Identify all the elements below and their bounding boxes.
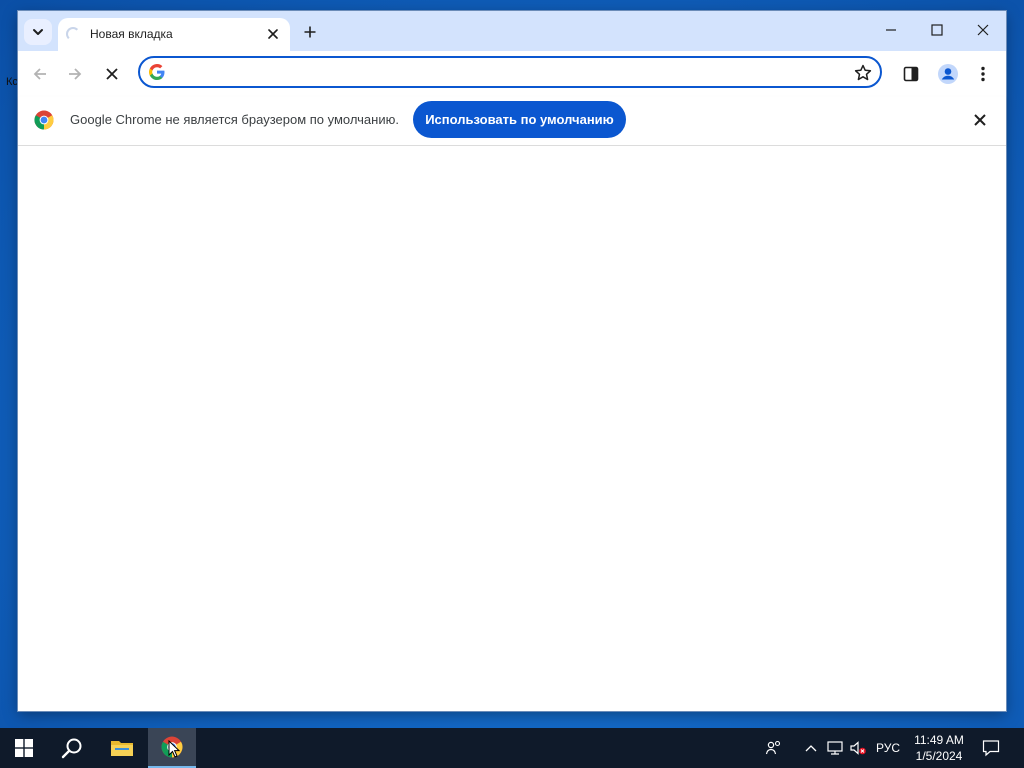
plus-icon [304,26,316,38]
set-default-button[interactable]: Использовать по умолчанию [413,101,626,138]
page-content-area [18,146,1006,711]
taskbar: РУС 11:49 AM 1/5/2024 [0,728,1024,768]
more-vertical-icon [981,66,985,82]
side-panel-button[interactable] [898,61,924,87]
browser-toolbar [18,51,1006,97]
people-icon[interactable] [764,738,784,758]
side-panel-icon [903,66,919,82]
clock-time: 11:49 AM [914,733,964,747]
minimize-icon [886,29,896,31]
title-bar: Новая вкладка [18,11,1006,51]
menu-button[interactable] [970,61,996,87]
clock[interactable]: 11:49 AM 1/5/2024 [906,732,972,764]
maximize-icon [931,24,943,36]
forward-button[interactable] [62,61,88,87]
language-indicator[interactable]: РУС [876,741,900,755]
back-button[interactable] [27,61,53,87]
new-tab-button[interactable] [298,20,322,44]
chrome-window: Новая вкладка Google Chrome не является … [18,11,1006,711]
arrow-left-icon [33,68,46,80]
tab-active[interactable]: Новая вкладка [58,18,290,51]
start-button[interactable] [0,728,48,768]
windows-logo-icon [15,739,33,757]
infobar-close-button[interactable] [970,110,990,130]
close-icon [268,29,278,39]
mouse-cursor-icon [168,740,180,758]
default-browser-infobar: Google Chrome не является браузером по у… [18,97,1006,146]
close-icon [977,24,989,36]
search-button[interactable] [48,728,96,768]
network-icon[interactable] [825,738,845,758]
google-icon [149,64,165,80]
chrome-logo-icon [34,110,54,130]
folder-icon [111,741,133,756]
desktop-icon-label: Кс [6,76,18,88]
tab-close-button[interactable] [264,25,282,43]
tab-search-button[interactable] [24,19,52,45]
chevron-up-icon[interactable] [801,738,821,758]
maximize-button[interactable] [914,11,960,49]
clock-date: 1/5/2024 [915,749,963,763]
close-window-button[interactable] [960,11,1006,49]
search-icon [61,738,82,759]
url-input[interactable] [174,62,838,84]
loading-spinner-icon [66,27,80,41]
arrow-right-icon [69,68,82,80]
volume-muted-icon[interactable] [848,738,868,758]
bookmark-star-icon[interactable] [854,64,872,82]
file-explorer-button[interactable] [98,728,146,768]
profile-button[interactable] [935,61,961,87]
notifications-icon[interactable] [981,738,1001,758]
stop-loading-button[interactable] [99,61,125,87]
close-icon [974,114,986,126]
minimize-button[interactable] [868,11,914,49]
tab-title: Новая вкладка [90,27,173,41]
chevron-down-icon [33,29,43,35]
chrome-taskbar-button[interactable] [148,728,196,768]
address-bar[interactable] [138,56,882,88]
close-icon [106,68,118,80]
infobar-message: Google Chrome не является браузером по у… [70,112,399,127]
avatar-icon [938,64,958,84]
